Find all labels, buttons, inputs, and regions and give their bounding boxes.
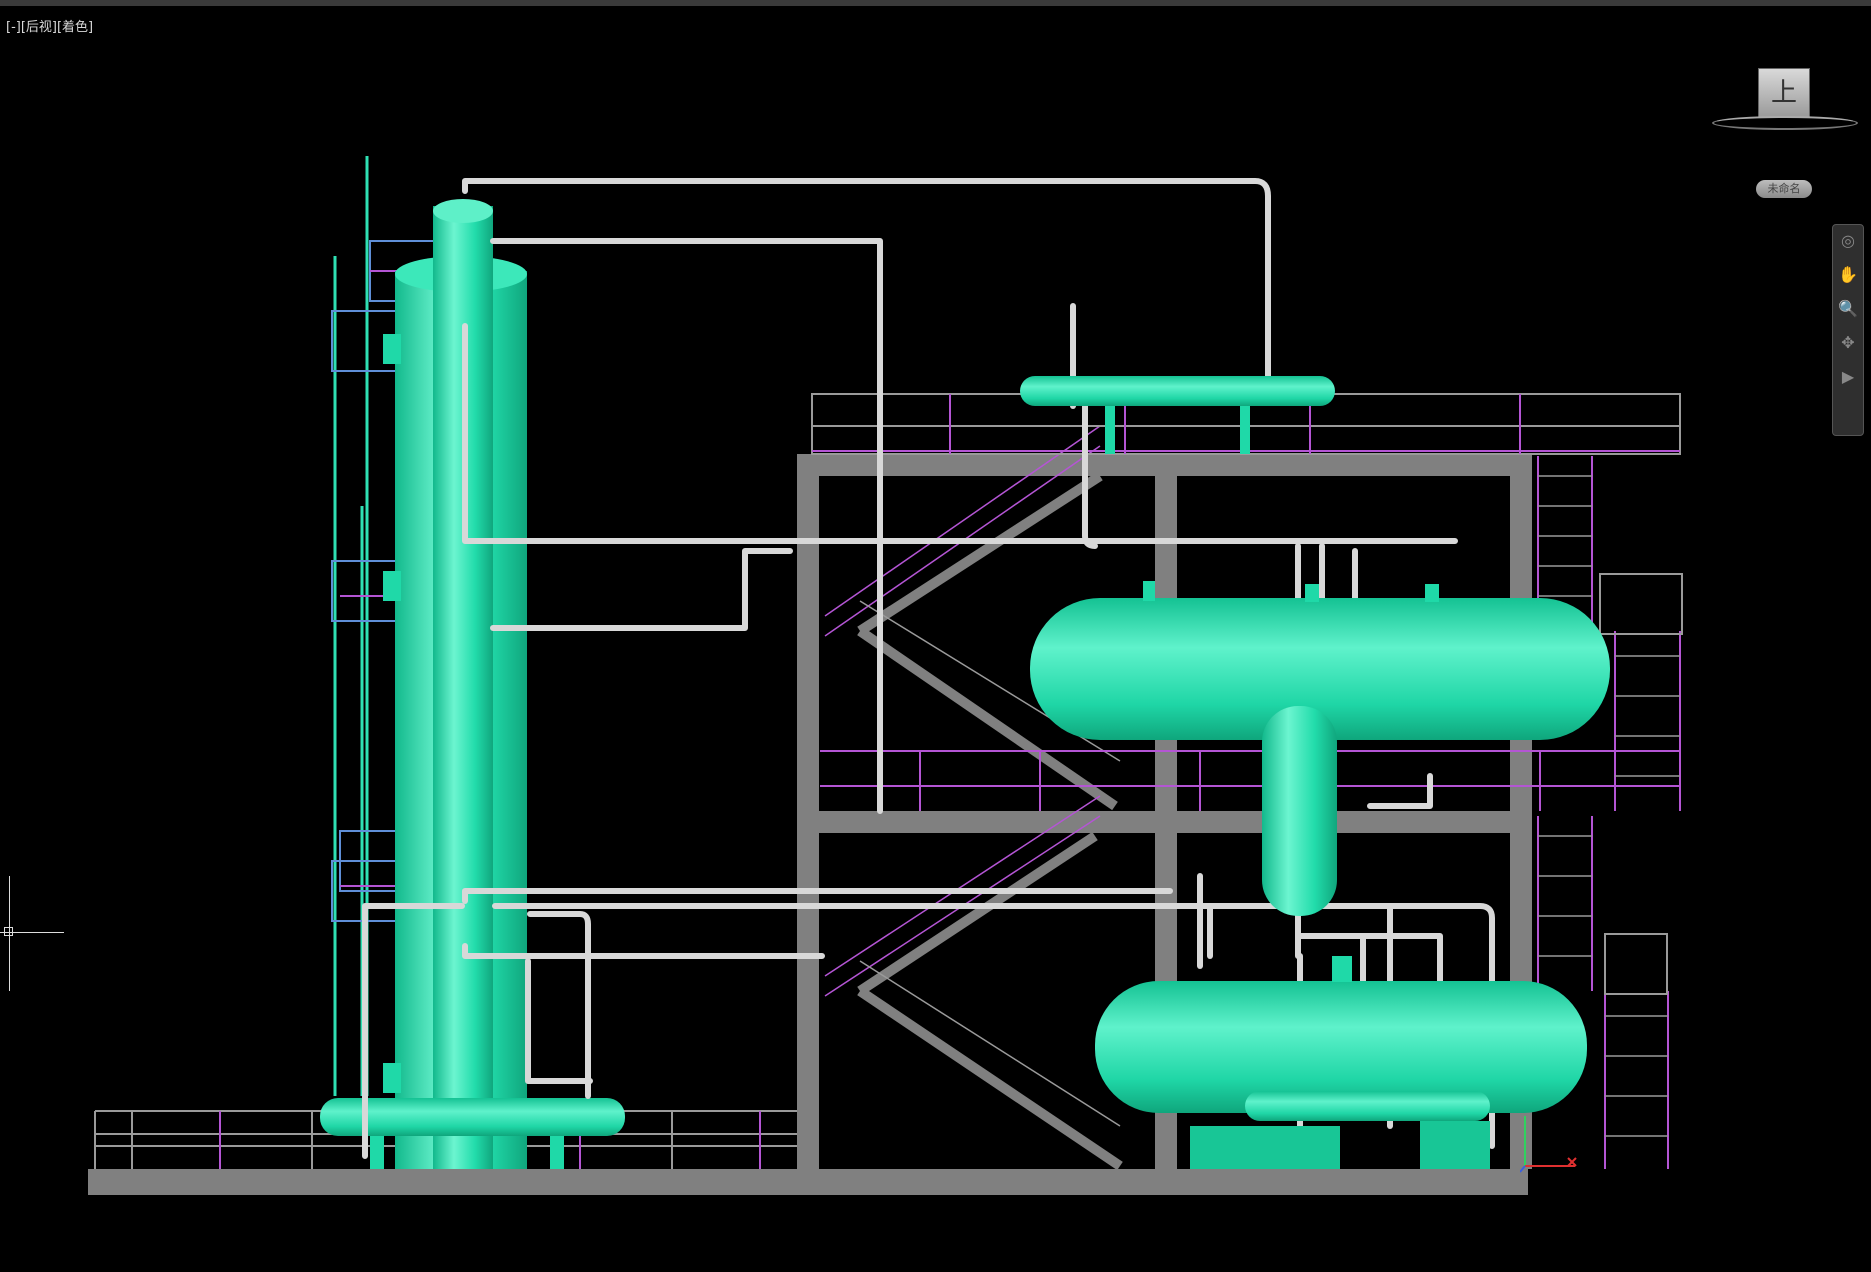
main-column-head (433, 199, 493, 223)
column-nozzle (383, 1063, 401, 1093)
wcs-dropdown[interactable]: 未命名 (1756, 180, 1812, 198)
viewcube-compass-ring[interactable] (1712, 116, 1858, 130)
column-nozzle (383, 334, 401, 364)
reboiler-support (370, 1136, 384, 1169)
viewcube[interactable]: 上 (1710, 64, 1860, 134)
bottom-exchanger[interactable] (1245, 1091, 1490, 1121)
pump-skid[interactable] (1420, 1121, 1490, 1169)
pan-icon[interactable]: ✋ (1836, 263, 1860, 287)
zoom-icon[interactable]: 🔍 (1836, 297, 1860, 321)
viewcube-top-face[interactable]: 上 (1758, 68, 1810, 118)
vessel-nozzle (1143, 581, 1155, 601)
steering-wheel-icon[interactable]: ◎ (1836, 229, 1860, 253)
drum-support (1105, 406, 1115, 454)
pump-skid[interactable] (1190, 1126, 1340, 1169)
navigation-bar: ◎ ✋ 🔍 ✥ ▶ (1832, 224, 1864, 436)
reboiler-support (550, 1136, 564, 1169)
ground-slab (88, 1169, 1528, 1195)
showmotion-icon[interactable]: ▶ (1836, 365, 1860, 389)
vertical-separator[interactable] (1262, 706, 1337, 916)
column-nozzle (383, 571, 401, 601)
right-ladder-frames (1599, 573, 1683, 995)
overhead-drum[interactable] (1020, 376, 1335, 406)
vessel-nozzle (1305, 584, 1319, 602)
drum-support (1240, 406, 1250, 454)
vessel-nozzle (1425, 584, 1439, 602)
orbit-icon[interactable]: ✥ (1836, 331, 1860, 355)
mid-platform-railing (820, 750, 1680, 811)
model-viewport[interactable]: [-][后视][着色] 上 未命名 ◎ ✋ 🔍 ✥ ▶ (0, 0, 1871, 1266)
cursor-pickbox (4, 927, 13, 936)
plant-model-scene[interactable] (0, 6, 1871, 1272)
ucs-icon[interactable] (1520, 1106, 1590, 1176)
vessel-nozzle (1332, 956, 1352, 982)
